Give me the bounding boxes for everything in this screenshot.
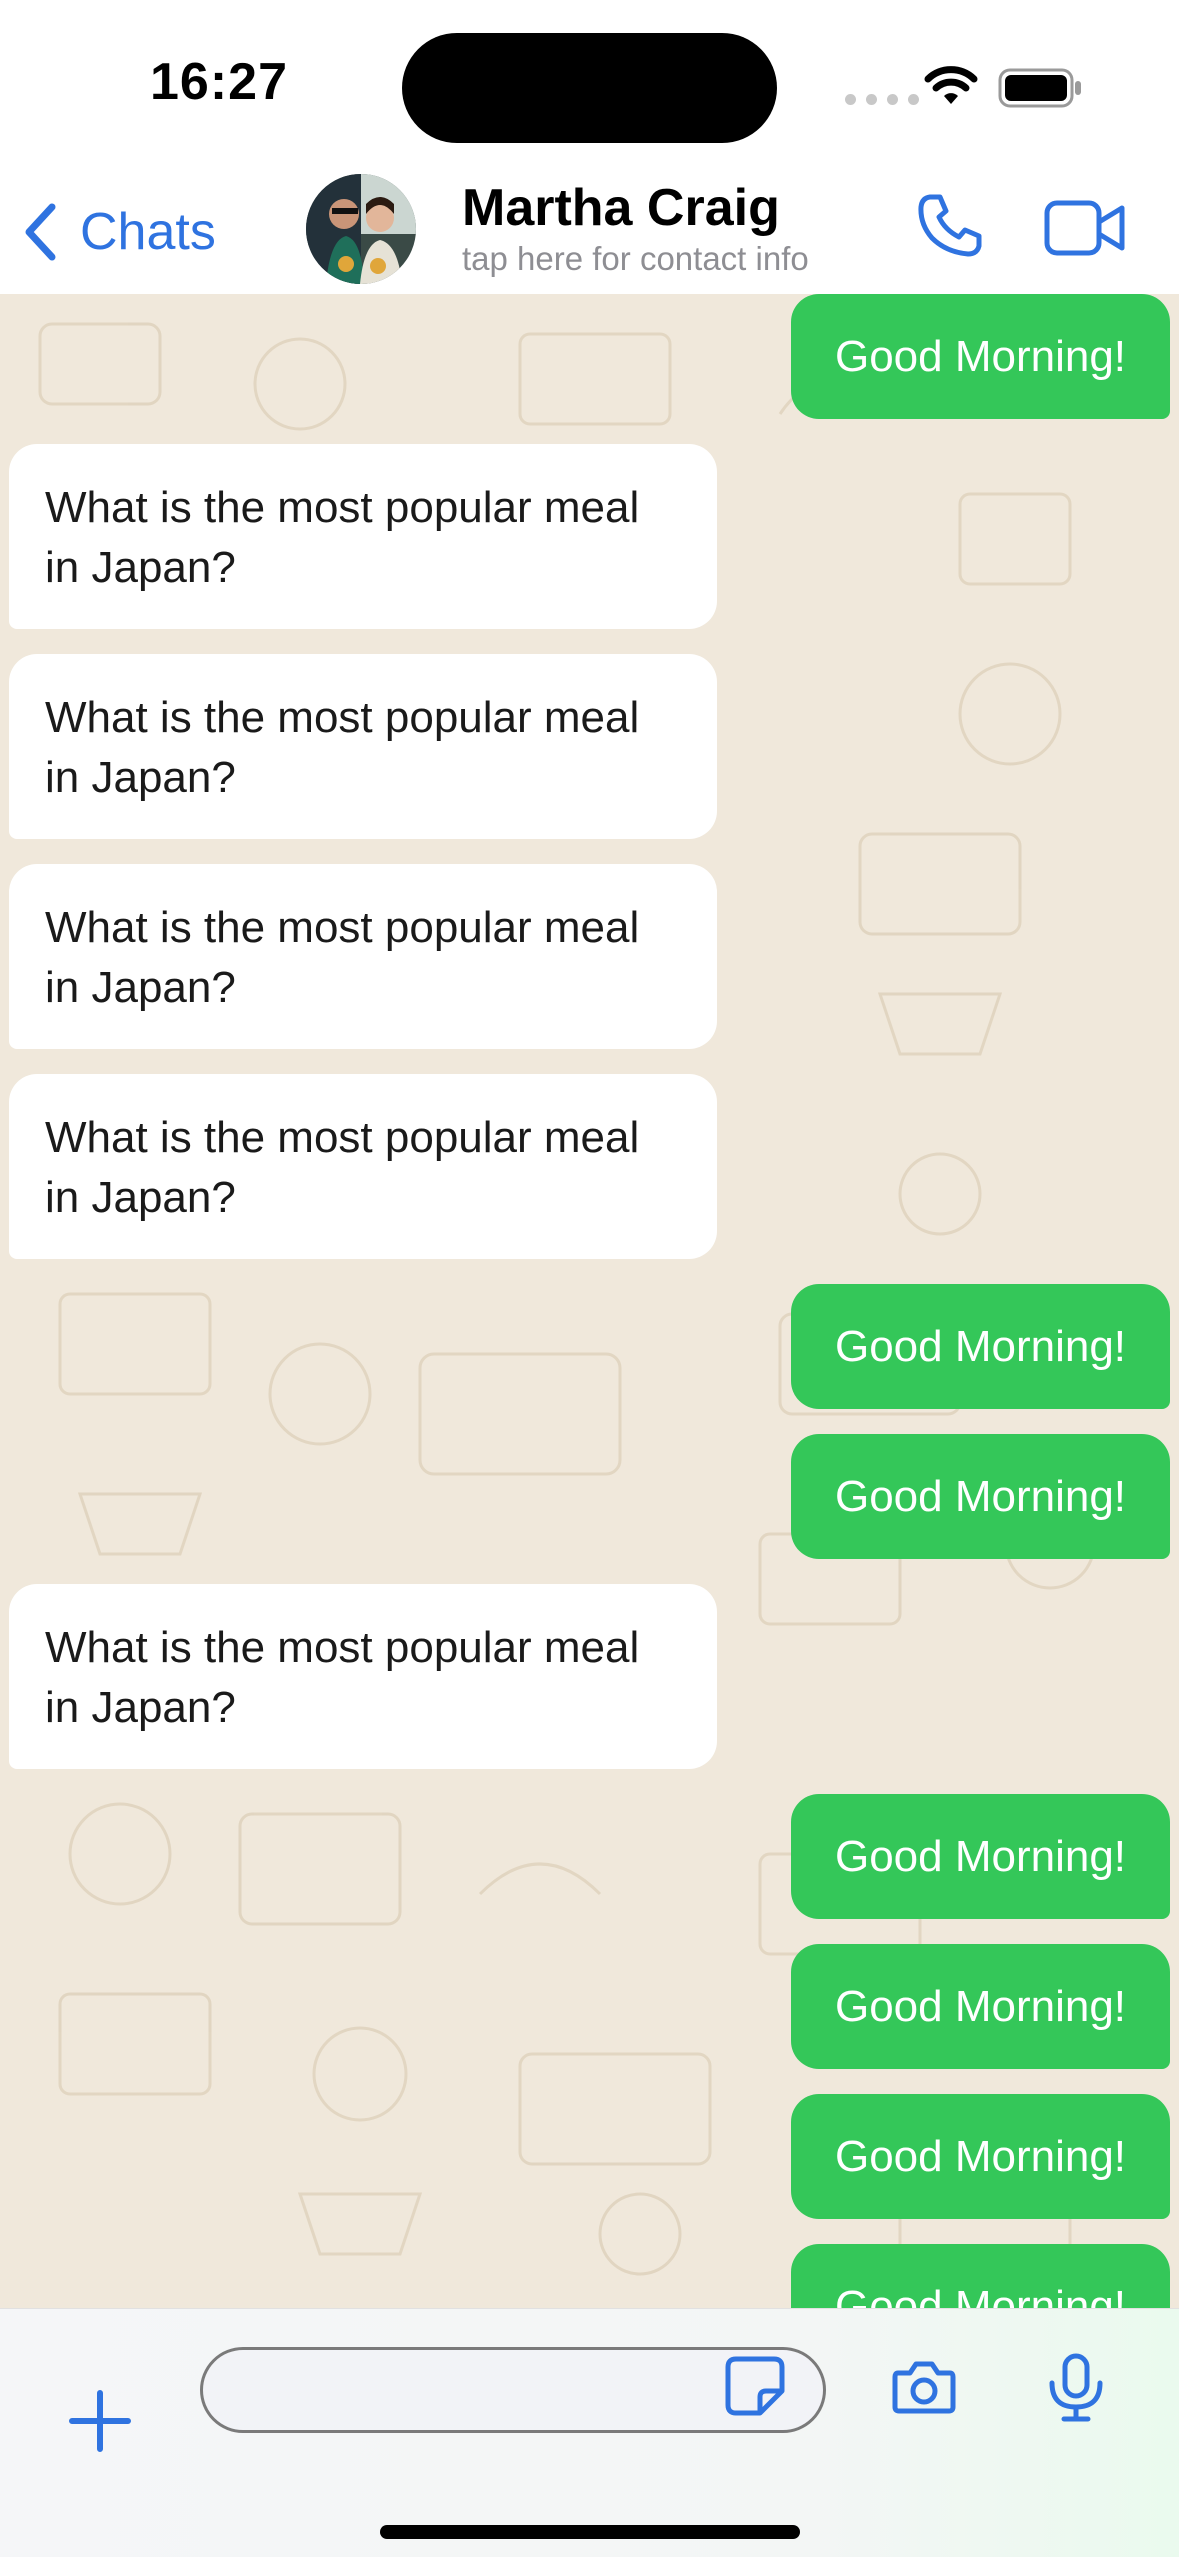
status-time: 16:27 [150,53,288,111]
home-indicator[interactable] [380,2525,800,2539]
message-bubble-incoming[interactable]: What is the most popular meal in Japan? [9,864,717,1049]
message-list[interactable]: Good Morning! What is the most popular m… [0,294,1179,2308]
message-composer [0,2308,1179,2557]
wifi-icon [924,66,978,104]
battery-icon [998,68,1081,108]
message-bubble-outgoing[interactable]: Good Morning! [791,1434,1170,1559]
status-bar: 16:27 [0,0,1179,170]
message-bubble-outgoing[interactable]: Good Morning! [791,294,1170,419]
phone-icon[interactable] [916,192,984,260]
contact-info-hint[interactable]: tap here for contact info [462,240,809,278]
contact-name[interactable]: Martha Craig [462,178,780,238]
cellular-signal-icon [845,94,919,105]
back-label: Chats [80,203,216,261]
microphone-icon[interactable] [1044,2353,1108,2423]
message-bubble-incoming[interactable]: What is the most popular meal in Japan? [9,1584,717,1769]
message-bubble-outgoing[interactable]: Good Morning! [791,1794,1170,1919]
message-bubble-outgoing[interactable]: Good Morning! [791,1944,1170,2069]
message-bubble-incoming[interactable]: What is the most popular meal in Japan? [9,654,717,839]
chat-header: Chats Martha Craig tap here for contact … [0,170,1179,295]
dynamic-island [402,33,777,143]
video-camera-icon[interactable] [1044,200,1126,256]
message-bubble-incoming[interactable]: What is the most popular meal in Japan? [9,1074,717,1259]
chevron-left-icon [25,203,56,261]
message-bubble-outgoing[interactable]: Good Morning! [791,2094,1170,2219]
message-bubble-outgoing[interactable]: Good Morning! [791,1284,1170,1409]
message-bubble-outgoing[interactable]: Good Morning! [791,2244,1170,2308]
sticker-icon[interactable] [724,2355,786,2417]
contact-avatar[interactable] [306,174,416,284]
plus-icon[interactable] [68,2389,132,2453]
message-bubble-incoming[interactable]: What is the most popular meal in Japan? [9,444,717,629]
camera-icon[interactable] [892,2359,956,2415]
back-button[interactable]: Chats [22,196,216,268]
